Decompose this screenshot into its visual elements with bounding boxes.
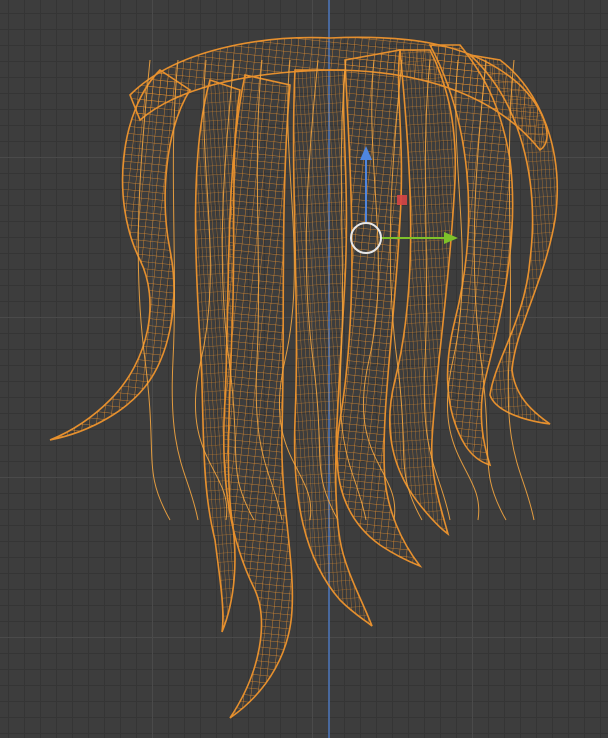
transform-gizmo[interactable] bbox=[0, 0, 608, 738]
gizmo-origin-ring[interactable] bbox=[350, 222, 382, 254]
gizmo-z-arrow-icon[interactable] bbox=[360, 146, 372, 160]
gizmo-x-arrow-icon[interactable] bbox=[444, 232, 458, 244]
3d-viewport[interactable] bbox=[0, 0, 608, 738]
gizmo-plane-handle[interactable] bbox=[397, 195, 407, 205]
